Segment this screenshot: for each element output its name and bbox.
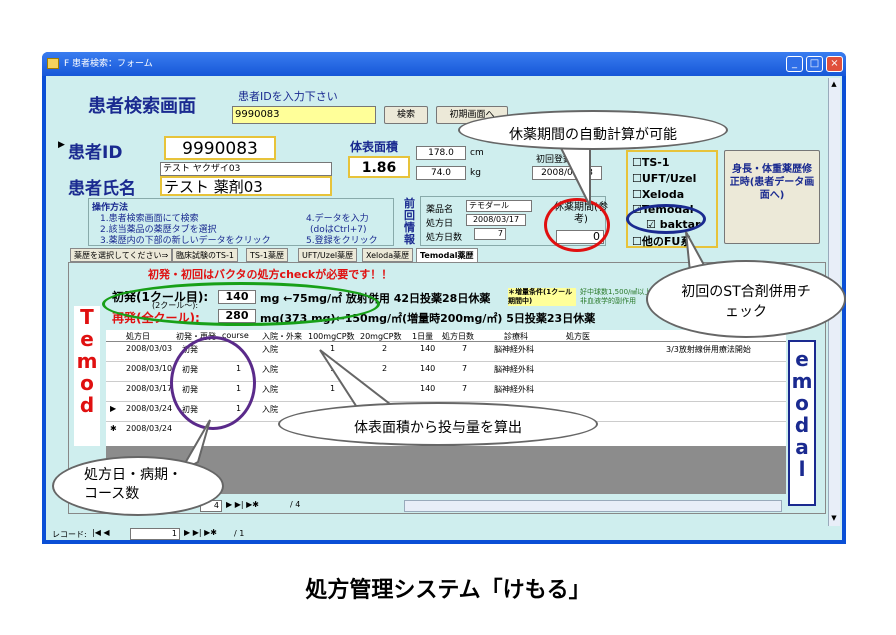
- callout-st-check: 初回のST合剤併用チェック: [646, 260, 846, 338]
- slide-caption: 処方管理システム「けもる」: [305, 578, 591, 603]
- pointer-auto-rest: [558, 145, 591, 207]
- callout-bsa-calc: 体表面積から投与量を算出: [278, 402, 598, 446]
- callout-course-info: 処方日・病期・コース数: [52, 456, 224, 516]
- callout-auto-rest: 休薬期間の自動計算が可能: [458, 110, 728, 150]
